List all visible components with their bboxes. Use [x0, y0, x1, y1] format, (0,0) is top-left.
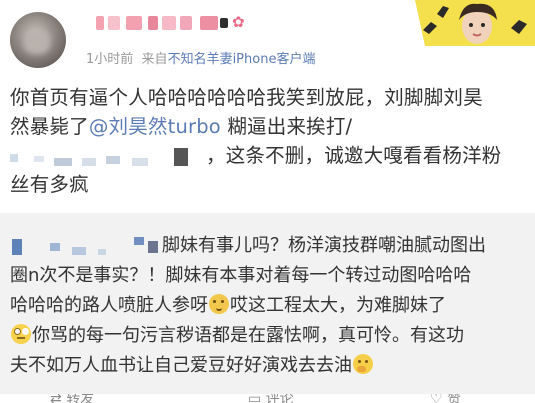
pixel-block — [162, 16, 176, 30]
pixel-block — [108, 16, 120, 30]
pixel-block — [180, 16, 192, 30]
content-line: 然暴毙了@刘昊然turbo 糊逼出来挨打/ — [10, 112, 528, 141]
like-icon: ♡ — [430, 394, 448, 403]
repost-line: 圈n次不是事实？！脚妹有本事对着每一个转过动图哈哈哈 — [10, 265, 472, 286]
flower-icon: ✿ — [232, 13, 245, 31]
post-header: ✿ 1小时前 来自不知名羊妻iPhone客户端 — [0, 0, 535, 78]
source-prefix: 来自 — [141, 52, 168, 67]
repost-text: 哎这工程太大，为难脚妹了 — [230, 295, 446, 316]
hush-emoji-icon — [353, 354, 373, 374]
repost-line: 脚妹有事儿吗？杨洋演技群嘲油腻动图出 — [10, 231, 530, 261]
repost-text: 哈哈哈的路人喷脏人参呀 — [10, 295, 208, 316]
repost-label: 转发 — [66, 394, 95, 403]
content-text: 然暴毙了 — [10, 115, 89, 138]
censored-text — [10, 146, 206, 168]
content-line: ，这条不删，诚邀大嘎看看杨洋粉 — [10, 141, 528, 170]
content-text: 糊逼出来挨打/ — [220, 115, 353, 138]
post-meta: 1小时前 来自不知名羊妻iPhone客户端 — [86, 48, 315, 67]
profile-badge[interactable] — [415, 0, 535, 46]
doge-emoji-icon — [209, 294, 229, 314]
repost-text: 脚妹有事儿吗？杨洋演技群嘲油腻动图出 — [162, 235, 486, 256]
repost-content: 脚妹有事儿吗？杨洋演技群嘲油腻动图出 圈n次不是事实？！脚妹有本事对着每一个转过… — [10, 231, 530, 381]
comment-icon: ▭ — [248, 394, 266, 403]
comment-label: 评论 — [265, 394, 294, 403]
pixel-block — [200, 16, 218, 30]
avatar-face-blur — [24, 30, 50, 54]
repost-button[interactable]: ⇄ 转发 — [50, 394, 94, 403]
repost-text: 你骂的每一句污言秽语都是在露怯啊，真可怜。有这功 — [32, 325, 464, 346]
action-bar: ⇄ 转发 ▭ 评论 ♡ 赞 — [0, 394, 535, 403]
eye-roll-emoji-icon — [11, 324, 31, 344]
post-content: 你首页有逼个人哈哈哈哈哈哈我笑到放屁，刘脚脚刘昊 然暴毙了@刘昊然turbo 糊… — [10, 83, 528, 199]
reposted-weibo[interactable]: 脚妹有事儿吗？杨洋演技群嘲油腻动图出 圈n次不是事实？！脚妹有本事对着每一个转过… — [0, 213, 535, 398]
content-line: 你首页有逼个人哈哈哈哈哈哈我笑到放屁，刘脚脚刘昊 — [10, 86, 483, 109]
content-line: 丝有多疯 — [10, 173, 89, 196]
avatar[interactable] — [10, 12, 66, 68]
repost-line: 夫不如万人血书让自己爱豆好好演戏去去油 — [10, 351, 530, 381]
like-label: 赞 — [447, 394, 462, 403]
pixel-block — [220, 18, 228, 28]
censored-text — [10, 235, 162, 257]
like-button[interactable]: ♡ 赞 — [430, 394, 461, 403]
pixel-block — [96, 16, 104, 30]
pixel-block — [148, 16, 158, 30]
username-censored[interactable] — [96, 12, 236, 34]
repost-icon: ⇄ — [50, 394, 67, 403]
source-link[interactable]: 不知名羊妻iPhone客户端 — [168, 52, 316, 67]
content-text: ，这条不删，诚邀大嘎看看杨洋粉 — [206, 144, 502, 167]
badge-art — [415, 0, 535, 46]
post-time: 1小时前 — [86, 52, 134, 67]
comment-button[interactable]: ▭ 评论 — [248, 394, 294, 403]
repost-line: 哈哈哈的路人喷脏人参呀 哎这工程太大，为难脚妹了 — [10, 291, 530, 321]
pixel-block — [126, 16, 142, 30]
repost-text: 夫不如万人血书让自己爱豆好好演戏去去油 — [10, 355, 352, 376]
repost-line: 你骂的每一句污言秽语都是在露怯啊，真可怜。有这功 — [10, 321, 530, 351]
mention-link[interactable]: @刘昊然turbo — [89, 115, 221, 138]
